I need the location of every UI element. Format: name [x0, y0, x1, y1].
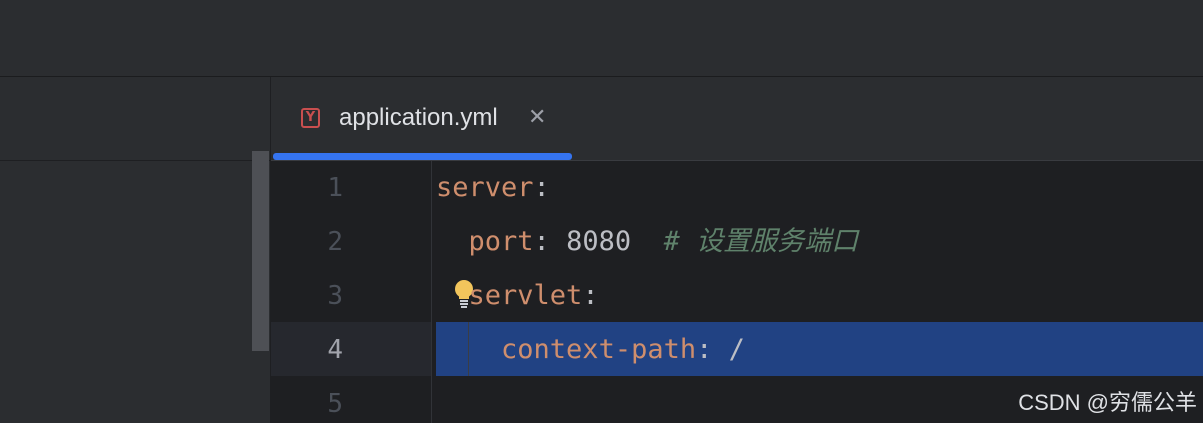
code-area[interactable]: server: port: 8080 # 设置服务端口 servlet: con…: [436, 161, 1203, 423]
code-line-3[interactable]: servlet:: [436, 269, 599, 323]
yaml-key: server: [436, 172, 534, 203]
line-number-gutter: 1 2 3 4 5: [271, 161, 432, 423]
project-tool-window: [0, 77, 271, 423]
code-line-4[interactable]: context-path: /: [436, 323, 745, 377]
active-tab-indicator: [273, 153, 572, 160]
yaml-comment: # 设置服务端口: [663, 226, 859, 257]
line-number: 5: [327, 389, 343, 419]
line-number: 2: [327, 227, 343, 257]
side-panel-scrollbar[interactable]: [252, 151, 269, 351]
yaml-file-icon: Y: [301, 108, 320, 128]
line-number: 1: [327, 173, 343, 203]
tool-window-header: [0, 77, 270, 161]
yaml-value: /: [712, 334, 745, 365]
tab-application-yml[interactable]: Y application.yml ✕: [272, 77, 572, 160]
code-line-2[interactable]: port: 8080 # 设置服务端口: [436, 215, 859, 269]
ide-window: Y application.yml ✕ 1 2 3 4 5 server: po…: [0, 0, 1203, 423]
watermark: CSDN @穷儒公羊: [1018, 390, 1197, 415]
yaml-colon: :: [696, 334, 713, 365]
code-editor[interactable]: 1 2 3 4 5 server: port: 8080 # 设置服务端口 se…: [271, 161, 1203, 423]
line-number: 3: [327, 281, 343, 311]
line-number-current: 4: [327, 335, 343, 365]
yaml-key: servlet: [468, 280, 583, 311]
editor-tab-bar: Y application.yml ✕: [271, 77, 1203, 161]
yaml-colon: :: [582, 280, 599, 311]
yaml-key: context-path: [501, 334, 697, 365]
yaml-key: port: [468, 226, 534, 257]
tab-label: application.yml: [339, 104, 498, 131]
close-icon[interactable]: ✕: [528, 103, 546, 133]
main-toolbar: [0, 0, 1203, 77]
yaml-colon: :: [533, 226, 550, 257]
yaml-value: 8080: [549, 226, 632, 257]
code-line-1[interactable]: server:: [436, 161, 550, 215]
yaml-colon: :: [533, 172, 550, 203]
